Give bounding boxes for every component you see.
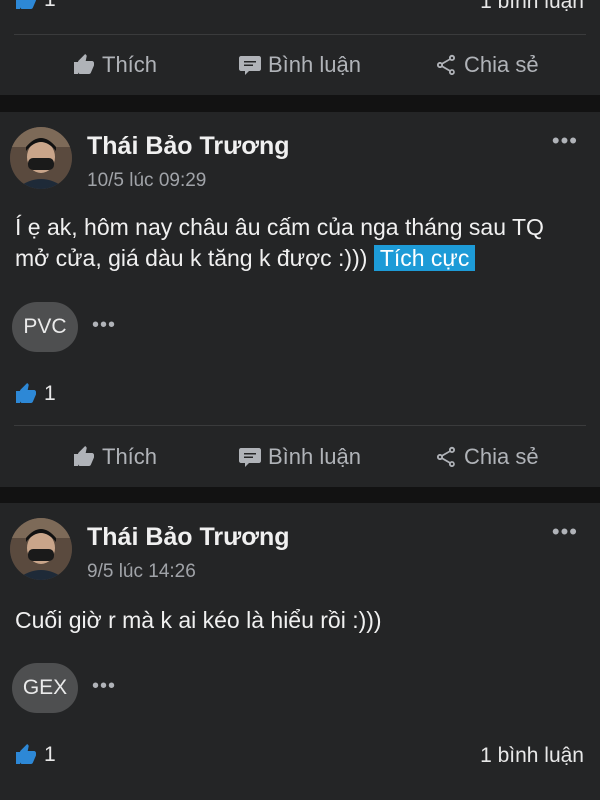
comment-count[interactable]: 1 bình luận (480, 0, 584, 14)
divider (14, 34, 586, 35)
post-card: Thái Bảo Trương 10/5 lúc 09:29 ••• Í ẹ a… (0, 112, 600, 487)
author-name[interactable]: Thái Bảo Trương (87, 523, 290, 552)
thumbs-up-icon (16, 744, 36, 764)
post-text: Cuối giờ r mà k ai kéo là hiểu rồi :))) (15, 605, 575, 636)
more-options-icon[interactable]: ••• (552, 519, 578, 545)
share-icon (437, 54, 455, 75)
avatar[interactable] (10, 518, 72, 580)
post-time: 10/5 lúc 09:29 (87, 170, 207, 191)
like-label: Thích (102, 444, 158, 469)
post-card: Thái Bảo Trương 9/5 lúc 14:26 ••• Cuối g… (0, 503, 600, 800)
like-label: Thích (102, 52, 158, 77)
divider (14, 425, 586, 426)
like-button[interactable]: Thích (72, 40, 157, 90)
comment-label: Bình luận (268, 444, 361, 469)
post-text: Í ẹ ak, hôm nay châu âu cấm của nga thán… (15, 212, 575, 274)
author-name[interactable]: Thái Bảo Trương (87, 132, 290, 161)
like-summary[interactable]: 1 (14, 743, 56, 767)
thumbs-up-icon (16, 383, 36, 403)
share-icon (437, 446, 455, 467)
sentiment-tag[interactable]: Tích cực (373, 245, 476, 271)
share-button[interactable]: Chia sẻ (434, 40, 539, 90)
more-tickers-icon[interactable]: ••• (92, 314, 116, 337)
like-summary[interactable]: 1 (14, 0, 56, 12)
comment-count[interactable]: 1 bình luận (480, 744, 584, 768)
like-count: 1 (44, 382, 56, 405)
thumbs-up-icon (74, 54, 94, 74)
post-card-top: 1 1 bình luận Thích Bình luận Chia sẻ (0, 0, 600, 95)
comment-button[interactable]: Bình luận (238, 432, 361, 482)
share-label: Chia sẻ (464, 444, 539, 469)
thumbs-up-icon (16, 0, 36, 9)
ticker-chip[interactable]: GEX (12, 663, 78, 713)
post-text-content: Cuối giờ r mà k ai kéo là hiểu rồi :))) (15, 607, 382, 633)
comment-label: Bình luận (268, 52, 361, 77)
share-button[interactable]: Chia sẻ (434, 432, 539, 482)
avatar[interactable] (10, 127, 72, 189)
like-count: 1 (44, 743, 56, 766)
more-options-icon[interactable]: ••• (552, 128, 578, 154)
like-count: 1 (44, 0, 56, 12)
comment-icon (239, 448, 261, 467)
like-summary[interactable]: 1 (14, 382, 56, 406)
action-bar: Thích Bình luận Chia sẻ (0, 40, 600, 90)
avatar-image (10, 127, 72, 189)
avatar-image (10, 518, 72, 580)
comment-button[interactable]: Bình luận (238, 40, 361, 90)
more-tickers-icon[interactable]: ••• (92, 675, 116, 698)
action-bar: Thích Bình luận Chia sẻ (0, 432, 600, 482)
like-button[interactable]: Thích (72, 432, 157, 482)
post-time: 9/5 lúc 14:26 (87, 561, 196, 582)
thumbs-up-icon (74, 446, 94, 466)
ticker-chip[interactable]: PVC (12, 302, 78, 352)
share-label: Chia sẻ (464, 52, 539, 77)
comment-icon (239, 56, 261, 75)
